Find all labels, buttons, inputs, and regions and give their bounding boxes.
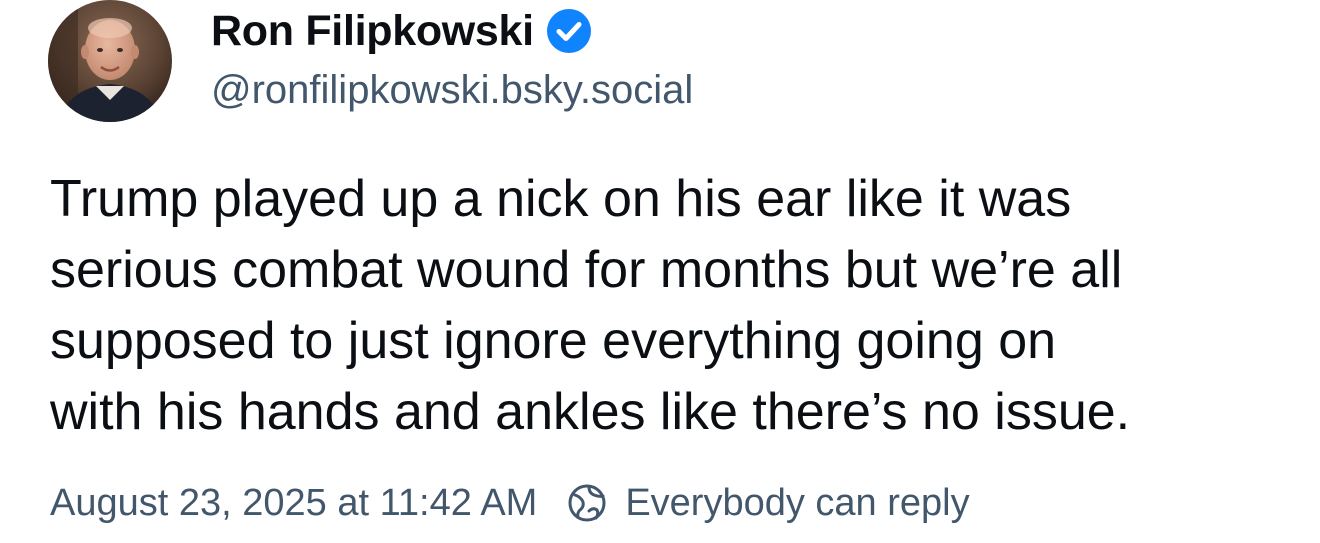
reply-setting[interactable]: Everybody can reply: [625, 484, 969, 522]
post-text-line: Trump played up a nick on his ear like i…: [50, 170, 1072, 228]
post-text-line: with his hands and ankles like there’s n…: [50, 383, 1131, 441]
post-card: Ron Filipkowski @ronfilipkowski.bsky.soc…: [0, 0, 1320, 543]
post-timestamp[interactable]: August 23, 2025 at 11:42 AM: [50, 484, 537, 522]
author-handle[interactable]: @ronfilipkowski.bsky.social: [211, 70, 693, 110]
post-header: Ron Filipkowski @ronfilipkowski.bsky.soc…: [211, 0, 693, 110]
post-text: Trump played up a nick on his ear like i…: [50, 164, 1290, 448]
post-meta: August 23, 2025 at 11:42 AM Everybody ca…: [50, 483, 970, 523]
post-text-line: supposed to just ignore everything going…: [50, 312, 1057, 370]
avatar[interactable]: [48, 0, 172, 122]
name-row: Ron Filipkowski: [211, 0, 693, 62]
verified-check-icon[interactable]: [546, 8, 592, 54]
earth-icon: [567, 483, 607, 523]
post-text-line: serious combat wound for months but we’r…: [50, 241, 1123, 299]
display-name[interactable]: Ron Filipkowski: [211, 9, 534, 53]
